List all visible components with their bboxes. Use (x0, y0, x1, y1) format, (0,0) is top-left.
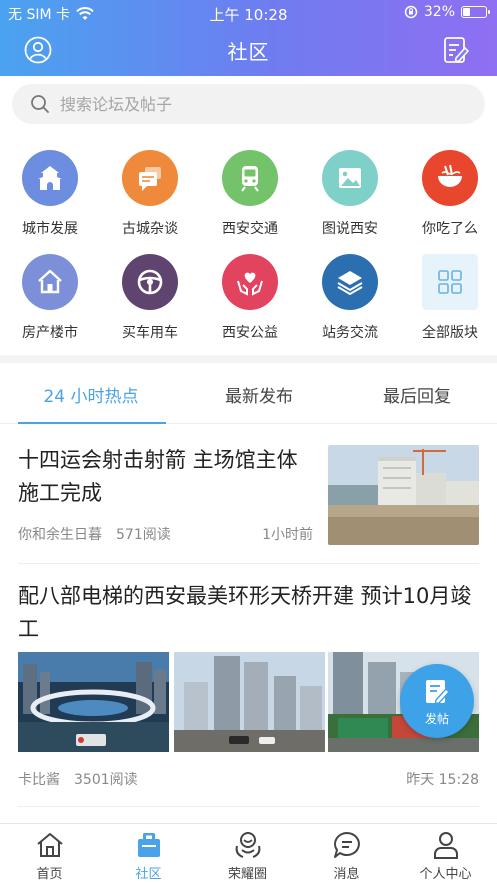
category-label: 西安交通 (222, 221, 278, 237)
tabbar-label: 社区 (135, 867, 162, 882)
category-label: 西安公益 (222, 325, 278, 341)
city-gate-icon (22, 150, 78, 206)
category-xian-traffic[interactable]: 西安交通 (200, 140, 300, 240)
active-tab-indicator (18, 422, 166, 424)
category-xian-pictures[interactable]: 图说西安 (300, 140, 400, 240)
tabbar-community[interactable]: 社区 (99, 824, 198, 883)
picture-icon (322, 150, 378, 206)
tabbar-label: 首页 (36, 867, 63, 882)
category-cars[interactable]: 买车用车 (100, 244, 200, 344)
post-separator (18, 563, 479, 564)
train-icon (222, 150, 278, 206)
post-image-2[interactable] (174, 652, 325, 752)
status-right: 32% (404, 4, 490, 20)
category-city-development[interactable]: 城市发展 (0, 140, 100, 240)
steering-wheel-icon (122, 254, 178, 310)
home-icon (37, 833, 63, 857)
post-title[interactable]: 配八部电梯的西安最美环形天桥开建 预计10月竣工 (18, 580, 483, 646)
page-title: 社区 (227, 40, 270, 64)
post-reads: 3501阅读 (74, 772, 138, 788)
tabbar-label: 个人中心 (419, 867, 472, 882)
category-real-estate[interactable]: 房产楼市 (0, 244, 100, 344)
tabbar-profile[interactable]: 个人中心 (396, 824, 495, 883)
message-icon (334, 832, 360, 858)
edit-note-icon[interactable] (443, 36, 469, 64)
post-time: 1小时前 (262, 527, 313, 543)
category-label: 你吃了么 (422, 221, 478, 237)
category-charity[interactable]: 西安公益 (200, 244, 300, 344)
bottom-tab-bar: 首页 社区 荣耀圈 消息 个人中心 (0, 823, 497, 883)
post-time: 昨天 15:28 (406, 772, 479, 788)
battery-percent: 32% (423, 4, 455, 20)
category-label: 买车用车 (122, 325, 178, 341)
post-image-1[interactable] (18, 652, 169, 752)
category-label: 站务交流 (322, 325, 378, 341)
house-icon (22, 254, 78, 310)
search-bar[interactable] (12, 84, 485, 124)
search-icon (31, 95, 49, 113)
post-meta: 卡比酱 3501阅读 昨天 15:28 (18, 769, 479, 789)
category-label: 古城杂谈 (122, 221, 178, 237)
heart-hands-icon (222, 254, 278, 310)
search-input[interactable] (60, 94, 460, 114)
category-old-city-talk[interactable]: 古城杂谈 (100, 140, 200, 240)
post-author: 你和余生日暮 (18, 527, 102, 543)
tab-last-reply[interactable]: 最后回复 (334, 382, 497, 407)
section-divider (0, 355, 497, 363)
layers-icon (322, 254, 378, 310)
feed-tabs: 24 小时热点 最新发布 最后回复 (0, 364, 497, 424)
post-reads: 571阅读 (116, 527, 171, 543)
category-all-boards[interactable]: 全部版块 (400, 244, 497, 344)
new-post-button[interactable]: 发帖 (400, 664, 474, 738)
category-site-exchange[interactable]: 站务交流 (300, 244, 400, 344)
category-label: 房产楼市 (22, 325, 78, 341)
tabbar-honor-circle[interactable]: 荣耀圈 (198, 824, 297, 883)
chat-bubbles-icon (122, 150, 178, 206)
category-label: 图说西安 (322, 221, 378, 237)
community-icon (138, 833, 160, 857)
status-bar: 无 SIM 卡 上午 10:28 32% (0, 0, 497, 26)
post-author: 卡比酱 (18, 772, 60, 788)
category-have-you-eaten[interactable]: 你吃了么 (400, 140, 497, 240)
tab-latest[interactable]: 最新发布 (176, 382, 342, 407)
honor-circle-icon (235, 832, 261, 858)
tabbar-messages[interactable]: 消息 (297, 824, 396, 883)
tabbar-label: 消息 (333, 867, 360, 882)
post-separator (18, 806, 479, 807)
noodle-bowl-icon (422, 150, 478, 206)
post-title[interactable]: 十四运会射击射箭 主场馆主体施工完成 (18, 444, 313, 510)
category-label: 城市发展 (22, 221, 78, 237)
post-meta: 你和余生日暮 571阅读 1小时前 (18, 524, 313, 544)
grid-icon (422, 254, 478, 310)
profile-icon (434, 832, 458, 859)
tabbar-label: 荣耀圈 (227, 867, 267, 882)
tab-24h-hot[interactable]: 24 小时热点 (8, 382, 174, 407)
top-header: 无 SIM 卡 上午 10:28 32% 社区 (0, 0, 497, 76)
rotation-lock-icon (404, 5, 418, 19)
battery-icon (461, 6, 490, 18)
category-grid: 城市发展 古城杂谈 西安交通 图说西安 你吃了么 房产楼市 买车用车 西安公益 … (0, 140, 497, 354)
new-post-label: 发帖 (424, 712, 449, 726)
battery-fill (463, 8, 470, 16)
compose-icon (426, 680, 450, 705)
category-label: 全部版块 (422, 325, 478, 341)
post-thumbnail[interactable] (328, 445, 479, 545)
tabbar-home[interactable]: 首页 (0, 824, 99, 883)
